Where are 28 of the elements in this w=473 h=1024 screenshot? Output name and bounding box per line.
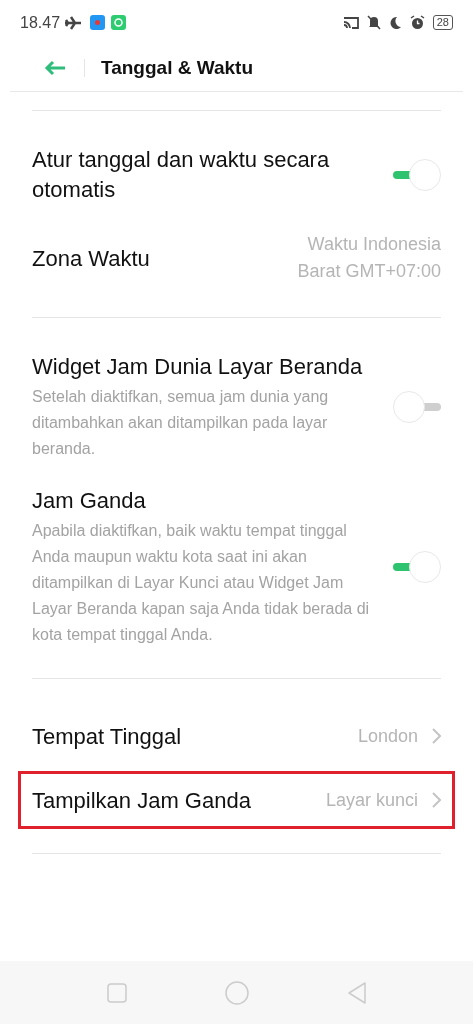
app-icon	[111, 15, 127, 30]
back-arrow-icon[interactable]	[44, 60, 66, 76]
setting-title: Widget Jam Dunia Layar Beranda	[32, 353, 364, 381]
setting-description: Apabila diaktifkan, baik waktu tempat tinggal Anda maupun waktu kota saat ini akan ditampilkan di Layar Kunci atau Widget Jam Layar Beranda kapan saja Anda tidak berada di kota tempat tinggal Anda.	[32, 521, 371, 645]
setting-row[interactable]: Tempat Tinggal London	[18, 707, 455, 765]
toggle-switch[interactable]	[393, 159, 441, 191]
page-title: Tanggal & Waktu	[101, 55, 253, 80]
setting-title: Jam Ganda	[32, 487, 147, 515]
toggle-switch[interactable]	[393, 391, 441, 423]
setting-title: Zona Waktu	[32, 244, 151, 273]
app-icon	[90, 15, 106, 30]
recent-apps-icon[interactable]	[106, 982, 127, 1003]
battery-indicator: 28	[432, 15, 453, 30]
setting-value: Waktu Indonesia Barat GMT+07:00	[296, 233, 441, 283]
setting-row[interactable]: Tampilkan Jam Ganda Layar kunci	[18, 771, 455, 829]
home-icon[interactable]	[224, 980, 249, 1005]
setting-description: Setelah diaktifkan, semua jam dunia yang ditambahkan akan ditampilkan pada layar beranda.	[32, 387, 330, 459]
airplane-icon	[64, 15, 83, 30]
setting-title: Atur tanggal dan waktu secara otomatis	[32, 146, 331, 204]
cast-icon	[342, 15, 359, 30]
bell-off-icon	[366, 15, 381, 30]
toggle-switch[interactable]	[393, 551, 441, 583]
alarm-icon	[409, 15, 425, 30]
chevron-right-icon	[432, 792, 441, 808]
moon-icon	[388, 15, 402, 30]
back-icon[interactable]	[346, 980, 367, 1005]
chevron-right-icon	[432, 728, 441, 744]
status-time: 18.47	[20, 12, 61, 33]
